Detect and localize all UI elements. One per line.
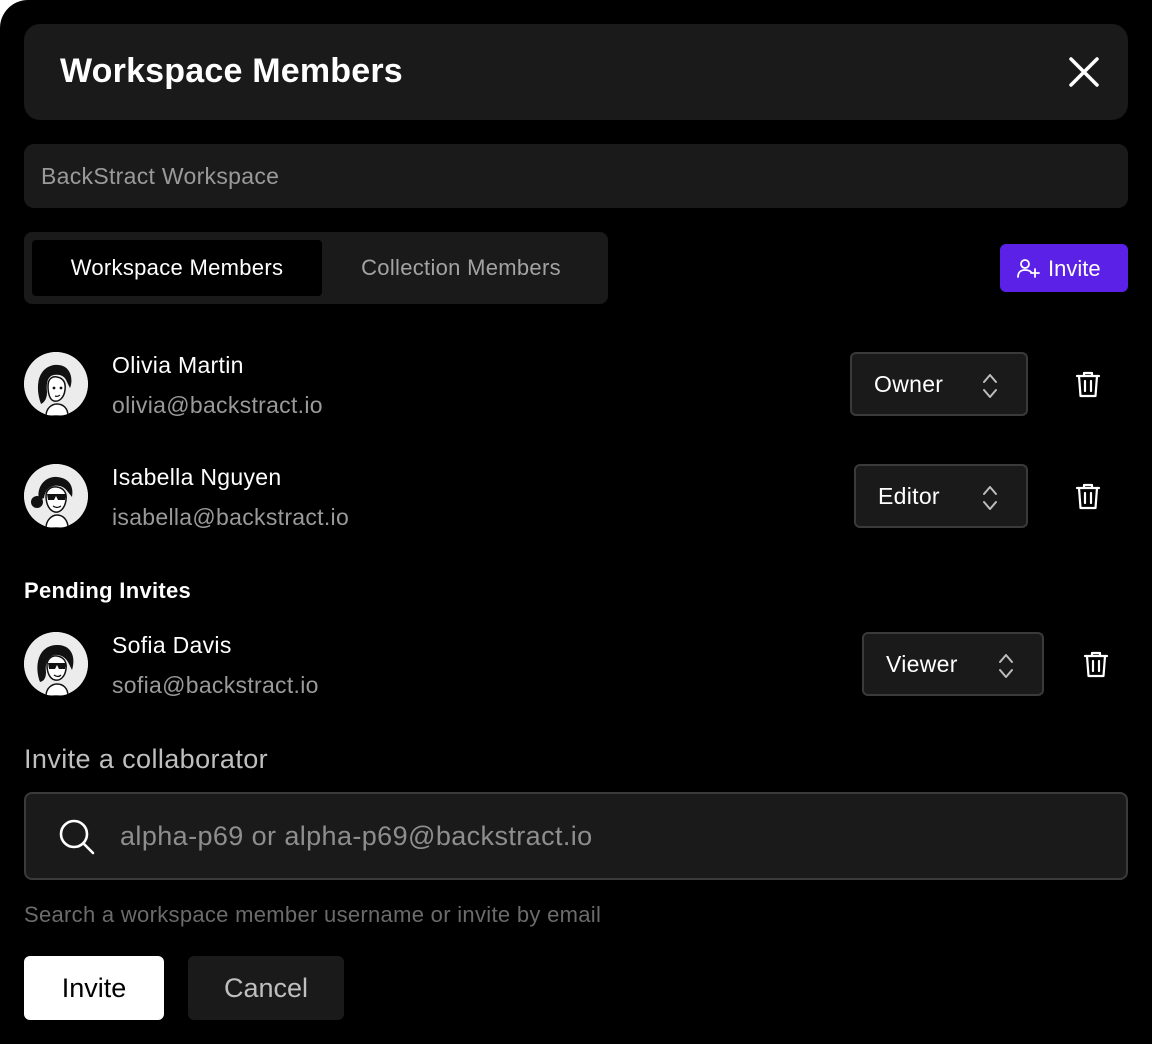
delete-invite-button[interactable]	[1080, 648, 1112, 680]
invite-member-button[interactable]: Invite	[1000, 244, 1128, 292]
search-helper-text: Search a workspace member username or in…	[24, 902, 602, 927]
member-email: sofia@backstract.io	[112, 672, 319, 698]
member-name: Olivia Martin	[112, 352, 244, 378]
role-value: Viewer	[886, 651, 958, 677]
role-value: Owner	[874, 371, 944, 397]
avatar	[24, 464, 88, 528]
member-email: olivia@backstract.io	[112, 392, 323, 418]
member-email: isabella@backstract.io	[112, 504, 350, 530]
pending-invites-heading: Pending Invites	[24, 578, 192, 603]
invite-member-label: Invite	[1048, 256, 1101, 281]
invite-collaborator-heading: Invite a collaborator	[24, 744, 269, 774]
dialog-title: Workspace Members	[60, 52, 403, 90]
workspace-name-field: BackStract Workspace	[24, 144, 1128, 208]
delete-member-button[interactable]	[1072, 480, 1104, 512]
chevron-up-down-icon	[983, 486, 997, 510]
workspace-name: BackStract Workspace	[41, 163, 280, 189]
chevron-up-down-icon	[999, 654, 1013, 678]
tab-workspace-members[interactable]: Workspace Members	[32, 240, 322, 296]
collaborator-search-input[interactable]	[120, 814, 1100, 858]
search-icon	[59, 819, 95, 855]
avatar	[24, 632, 88, 696]
close-button[interactable]	[1064, 52, 1104, 92]
member-row: Isabella Nguyen isabella@backstract.io E…	[24, 464, 1128, 544]
pending-invite-row: Sofia Davis sofia@backstract.io Viewer	[24, 632, 1128, 712]
close-icon	[1069, 57, 1099, 87]
member-row: Olivia Martin olivia@backstract.io Owner	[24, 352, 1128, 432]
collaborator-search-box	[24, 792, 1128, 880]
cancel-button[interactable]: Cancel	[188, 956, 344, 1020]
invite-submit-button[interactable]: Invite	[24, 956, 164, 1020]
members-tabs: Workspace Members Collection Members	[24, 232, 608, 304]
role-select[interactable]: Viewer	[862, 632, 1044, 696]
workspace-members-dialog: Workspace Members BackStract Workspace W…	[0, 0, 1152, 1044]
member-name: Isabella Nguyen	[112, 464, 282, 490]
trash-icon	[1075, 483, 1101, 510]
user-plus-icon	[1017, 259, 1040, 278]
role-select[interactable]: Owner	[850, 352, 1028, 416]
role-value: Editor	[878, 483, 940, 509]
delete-member-button[interactable]	[1072, 368, 1104, 400]
chevron-up-down-icon	[983, 374, 997, 398]
trash-icon	[1083, 651, 1109, 678]
role-select[interactable]: Editor	[854, 464, 1028, 528]
avatar	[24, 352, 88, 416]
trash-icon	[1075, 371, 1101, 398]
tab-collection-members[interactable]: Collection Members	[322, 240, 600, 296]
dialog-header: Workspace Members	[24, 24, 1128, 120]
member-name: Sofia Davis	[112, 632, 232, 658]
